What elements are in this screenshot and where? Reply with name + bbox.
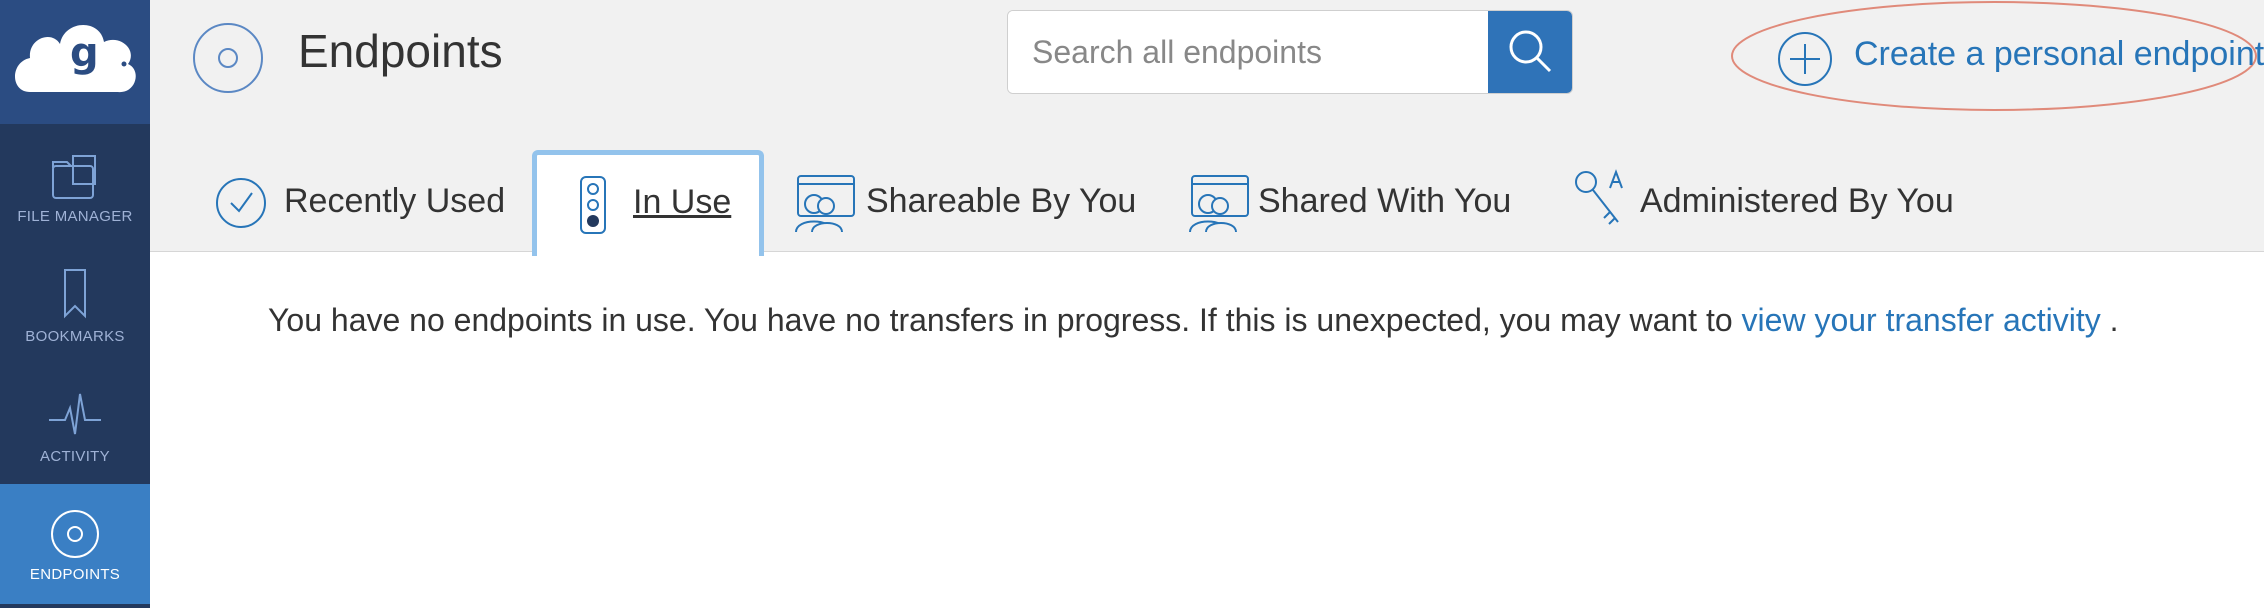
search-button[interactable] xyxy=(1488,11,1572,93)
activity-icon xyxy=(49,393,101,435)
admin-key-icon xyxy=(1575,169,1623,225)
tab-shareable-by-you[interactable]: Shareable By You xyxy=(786,150,1136,256)
sidebar-item-activity[interactable]: ACTIVITY xyxy=(0,364,150,484)
traffic-light-icon xyxy=(580,176,606,234)
tab-label: Administered By You xyxy=(1640,182,1954,220)
transfer-activity-link[interactable]: view your transfer activity xyxy=(1742,302,2101,338)
svg-text:g: g xyxy=(70,30,99,76)
check-circle-icon xyxy=(216,178,266,228)
endpoint-icon xyxy=(51,510,99,558)
sidebar-item-endpoints[interactable]: ENDPOINTS xyxy=(0,484,150,604)
page-header: Endpoints Create a personal endpoint Rec… xyxy=(150,0,2264,256)
folder-icon xyxy=(52,155,96,199)
tab-label: Shareable By You xyxy=(866,182,1137,220)
sidebar-item-label: ACTIVITY xyxy=(40,448,110,465)
tab-label: In Use xyxy=(633,183,732,221)
globus-cloud-logo-icon: g xyxy=(15,24,136,93)
bookmark-icon xyxy=(64,269,86,319)
tab-label: Shared With You xyxy=(1258,182,1512,220)
sidebar-item-bookmarks[interactable]: BOOKMARKS xyxy=(0,244,150,364)
message-text: You have no endpoints in use. You have n… xyxy=(268,302,1733,338)
create-link-label: Create a personal endpoint xyxy=(1854,35,2264,73)
tab-administered-by-you[interactable]: Administered By You xyxy=(1570,150,1970,256)
search-box xyxy=(1007,10,1573,94)
sidebar-item-label: BOOKMARKS xyxy=(25,328,125,345)
message-end: . xyxy=(2109,302,2119,338)
search-icon xyxy=(1509,30,1552,73)
search-input[interactable] xyxy=(1008,11,1490,93)
create-personal-endpoint-link[interactable]: Create a personal endpoint xyxy=(1730,0,2264,112)
tab-label: Recently Used xyxy=(284,182,506,220)
empty-state-message: You have no endpoints in use. You have n… xyxy=(268,302,2119,339)
sidebar-item-label: ENDPOINTS xyxy=(29,566,121,583)
tab-recently-used[interactable]: Recently Used xyxy=(214,150,514,256)
shared-folder-icon xyxy=(1189,175,1249,233)
sidebar: g FILE MANAGER BOOKMARKS ACTIVITY ENDPOI… xyxy=(0,0,150,608)
page-title: Endpoints xyxy=(298,25,503,77)
globus-logo[interactable]: g xyxy=(0,0,150,124)
endpoint-icon xyxy=(193,23,263,93)
tab-shared-with-you[interactable]: Shared With You xyxy=(1180,150,1520,256)
sidebar-item-file-manager[interactable]: FILE MANAGER xyxy=(0,124,150,244)
tab-in-use[interactable]: In Use xyxy=(532,150,764,256)
plus-circle-icon xyxy=(1778,32,1832,86)
shared-folder-icon xyxy=(795,175,855,233)
sidebar-item-label: FILE MANAGER xyxy=(17,208,133,225)
